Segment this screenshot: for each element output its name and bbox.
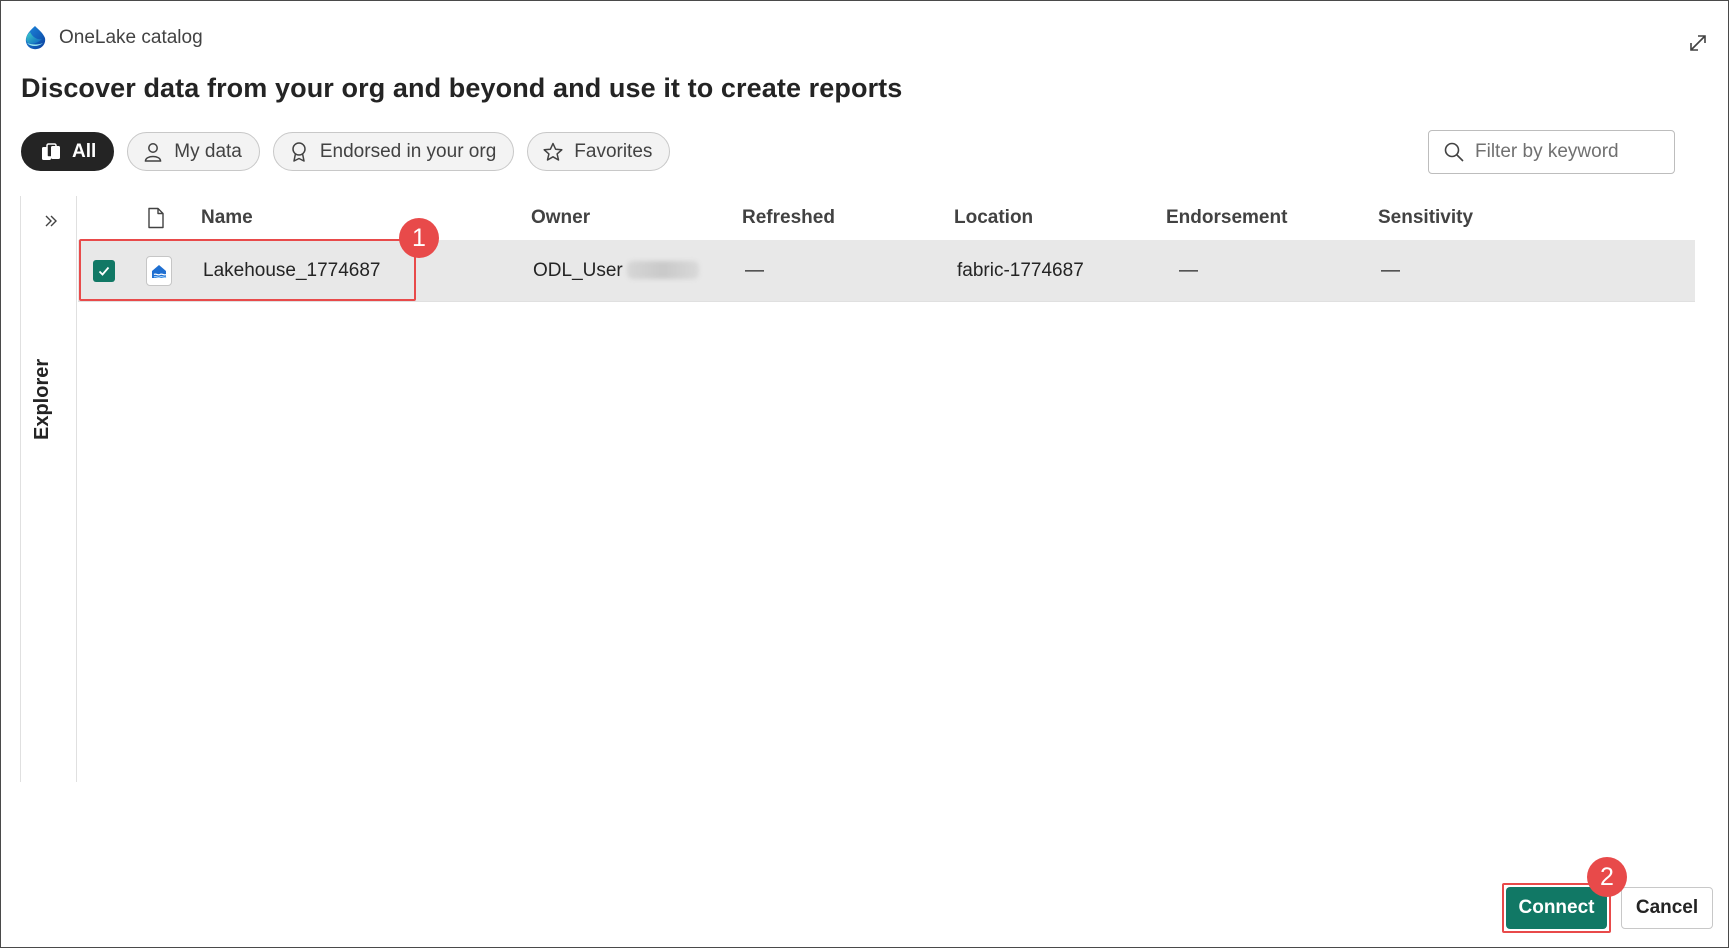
search-icon — [1444, 142, 1464, 162]
checkmark-icon — [98, 266, 110, 276]
annotation-badge-step-1: 1 — [399, 218, 439, 258]
keyword-filter-input[interactable] — [1475, 141, 1665, 163]
filter-favorites-button[interactable]: Favorites — [527, 132, 671, 171]
column-header-owner[interactable]: Owner — [531, 207, 590, 229]
filter-all-label: All — [72, 140, 97, 162]
explorer-label[interactable]: Explorer — [31, 320, 54, 440]
chevron-double-right-icon[interactable] — [43, 213, 59, 229]
column-header-name[interactable]: Name — [201, 207, 253, 229]
annotation-badge-step-2: 2 — [1587, 857, 1627, 897]
filter-my-data-label: My data — [174, 140, 242, 162]
table-row[interactable]: Lakehouse_1774687 ODL_User — fabric-1774… — [78, 240, 1695, 302]
column-header-sensitivity[interactable]: Sensitivity — [1378, 207, 1473, 229]
redacted-owner-id — [626, 261, 699, 280]
row-sensitivity: — — [1381, 259, 1400, 281]
table-header: Name Owner Refreshed Location Endorsemen… — [78, 196, 1695, 240]
expand-icon[interactable] — [1686, 31, 1710, 55]
filter-endorsed-label: Endorsed in your org — [319, 140, 497, 162]
lakehouse-icon — [146, 255, 172, 286]
catalog-table: Name Owner Refreshed Location Endorsemen… — [78, 196, 1695, 302]
onelake-logo-icon — [25, 26, 46, 50]
row-name[interactable]: Lakehouse_1774687 — [203, 260, 381, 282]
column-header-endorsement[interactable]: Endorsement — [1166, 207, 1287, 229]
dialog-title: OneLake catalog — [59, 27, 203, 48]
column-header-refreshed[interactable]: Refreshed — [742, 207, 835, 229]
keyword-filter[interactable] — [1428, 130, 1675, 174]
page-headline: Discover data from your org and beyond a… — [21, 73, 903, 103]
connect-button[interactable]: Connect — [1506, 887, 1607, 929]
stack-icon — [42, 142, 60, 160]
dialog-titlebar: OneLake catalog — [21, 23, 203, 53]
row-refreshed: — — [745, 259, 764, 281]
row-owner-text: ODL_User — [533, 259, 623, 281]
person-icon — [145, 142, 162, 162]
onelake-catalog-dialog: OneLake catalog Discover data from your … — [0, 0, 1729, 948]
filter-favorites-label: Favorites — [574, 140, 653, 162]
filter-all-button[interactable]: All — [21, 132, 115, 171]
row-location[interactable]: fabric-1774687 — [957, 260, 1084, 282]
cancel-button[interactable]: Cancel — [1621, 887, 1713, 929]
row-owner: ODL_User — [533, 260, 699, 282]
filter-pills: All My data Endorsed in your org Favorit… — [21, 132, 671, 171]
filter-endorsed-button[interactable]: Endorsed in your org — [272, 132, 515, 171]
filter-my-data-button[interactable]: My data — [127, 132, 260, 171]
row-select-checkbox[interactable] — [93, 259, 115, 282]
star-icon — [543, 142, 563, 161]
row-endorsement: — — [1179, 259, 1198, 281]
file-type-icon — [148, 207, 164, 229]
explorer-pane: Explorer — [20, 196, 77, 782]
column-header-location[interactable]: Location — [954, 207, 1033, 229]
ribbon-icon — [292, 141, 306, 162]
